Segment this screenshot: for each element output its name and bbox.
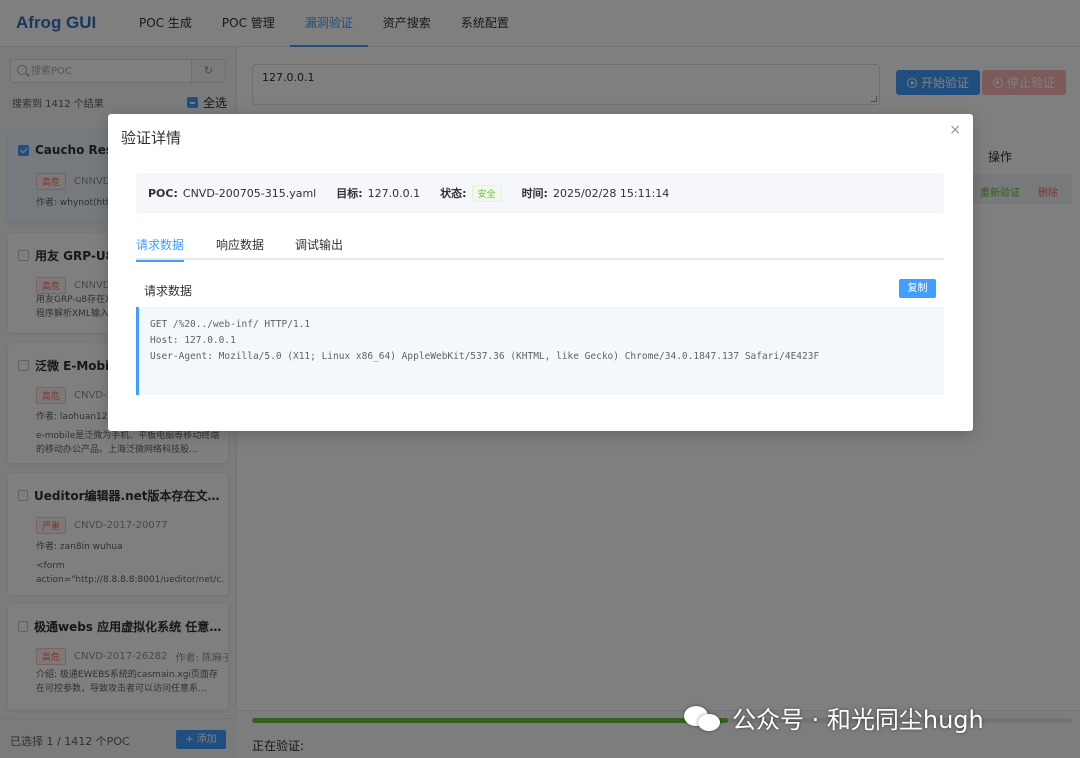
poc-label: POC: <box>148 186 178 200</box>
poc-value: CNVD-200705-315.yaml <box>182 186 317 200</box>
wechat-icon <box>684 704 722 732</box>
status-badge: 安全 <box>471 184 502 202</box>
verify-detail-dialog: 验证详情 × POC: CNVD-200705-315.yaml 目标: 127… <box>108 114 973 431</box>
tab-debug-output[interactable]: 调试输出 <box>295 234 358 260</box>
copy-button[interactable]: 复制 <box>899 279 936 298</box>
section-label: 请求数据 <box>144 284 193 298</box>
dialog-title: 验证详情 <box>121 129 182 147</box>
watermark: 公众号 · 和光同尘hugh <box>684 700 984 735</box>
tab-request-data[interactable]: 请求数据 <box>136 234 185 262</box>
time-label: 时间: <box>521 187 548 200</box>
state-label: 状态: <box>440 187 467 200</box>
request-code-block[interactable]: GET /%20../web-inf/ HTTP/1.1 Host: 127.0… <box>136 307 944 395</box>
target-value: 127.0.0.1 <box>367 186 421 200</box>
detail-tabs: 请求数据 响应数据 调试输出 <box>136 234 944 262</box>
close-icon[interactable]: × <box>949 122 961 138</box>
time-value: 2025/02/28 15:11:14 <box>552 186 670 200</box>
tab-response-data[interactable]: 响应数据 <box>216 234 279 260</box>
watermark-text: 公众号 · 和光同尘hugh <box>732 706 984 734</box>
verify-info-bar: POC: CNVD-200705-315.yaml 目标: 127.0.0.1 … <box>136 173 944 213</box>
target-label: 目标: <box>336 187 363 200</box>
